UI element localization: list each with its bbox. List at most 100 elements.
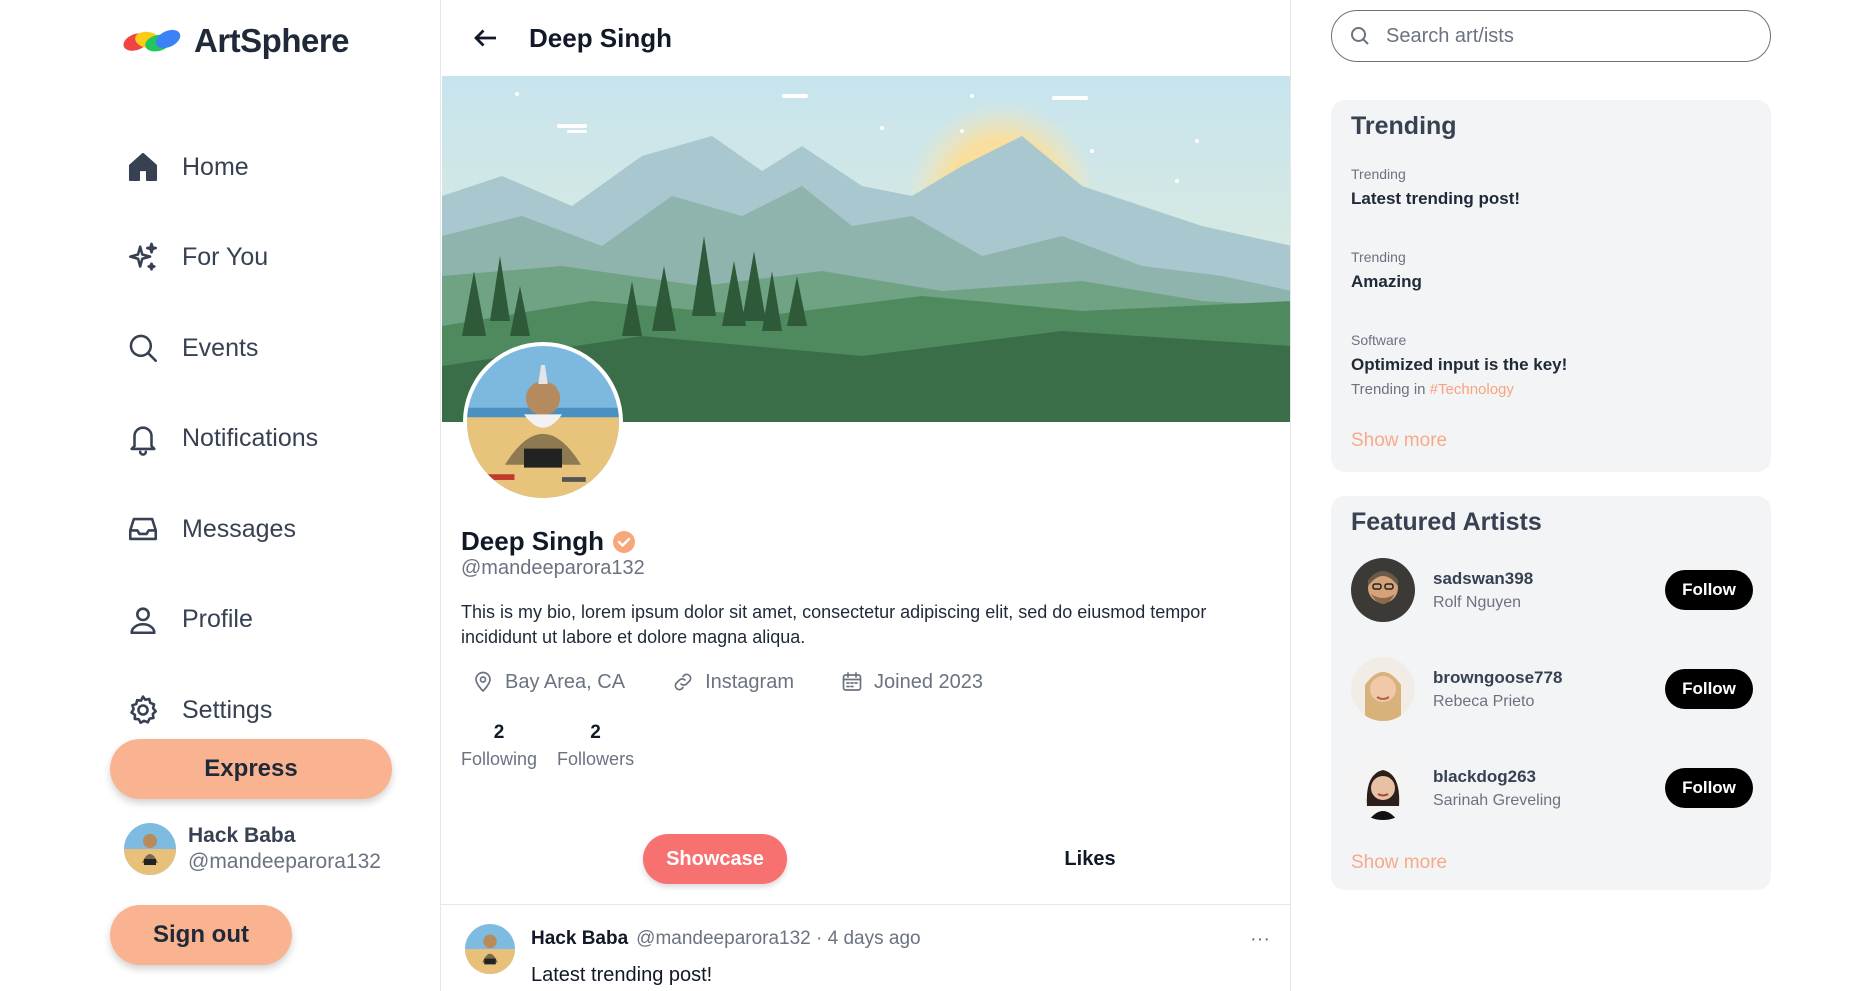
main-nav: Home For You Events Notifications Messag… [126,122,318,756]
profile-bio: This is my bio, lorem ipsum dolor sit am… [461,602,1207,647]
artist-avatar[interactable] [1351,756,1415,820]
profile-location-text: Bay Area, CA [505,670,626,693]
trend-hashtag[interactable]: #Technology [1430,381,1514,398]
trend-subtitle: Trending in #Technology [1351,381,1567,398]
follow-button[interactable]: Follow [1665,570,1753,610]
nav-profile[interactable]: Profile [126,575,318,666]
bell-icon [130,426,156,456]
trend-title: Optimized input is the key! [1351,355,1568,374]
verified-badge-icon [613,530,636,553]
follow-button[interactable]: Follow [1665,669,1753,709]
profile-joined-text: Joined 2023 [874,670,983,693]
following-label: Following [461,749,538,769]
profile-handle: @mandeeparora132 [461,557,645,579]
app-name: ArtSphere [194,22,350,59]
right-sidebar: Trending Trending Latest trending post! … [1291,0,1868,991]
artist-avatar[interactable] [1351,657,1415,721]
current-user-name: Hack Baba [188,824,296,847]
trend-item[interactable]: Trending Amazing [1351,249,1422,292]
trending-show-more-link[interactable]: Show more [1351,430,1447,452]
artist-name: Rolf Nguyen [1433,593,1522,611]
profile-link-text: Instagram [705,670,794,693]
express-button[interactable]: Express [110,739,392,799]
trend-title: Latest trending post! [1351,189,1521,208]
post-author-name[interactable]: Hack Baba [531,928,628,950]
profile-meta-row: Bay Area, CA Instagram Joined 2023 [471,670,983,694]
home-icon [128,153,158,182]
nav-events[interactable]: Events [126,303,318,394]
trend-item[interactable]: Trending Latest trending post! [1351,166,1520,209]
current-user-handle: @mandeeparora132 [188,850,381,873]
post-author-avatar[interactable] [465,924,515,974]
trending-card: Trending Trending Latest trending post! … [1331,100,1771,472]
nav-messages-label: Messages [182,514,296,543]
artist-row: blackdog263 Sarinah Greveling Follow [1351,756,1753,820]
map-pin-icon [475,671,491,692]
featured-artists-title: Featured Artists [1351,508,1542,536]
profile-location: Bay Area, CA [471,670,625,694]
artist-row: browngoose778 Rebeca Prieto Follow [1351,657,1753,721]
nav-for-you[interactable]: For You [126,213,318,304]
search-icon [129,334,158,363]
current-user-card[interactable]: Hack Baba @mandeeparora132 [124,823,381,875]
sparkles-icon [128,242,158,271]
page-title: Deep Singh [529,22,673,53]
nav-profile-label: Profile [182,605,253,634]
follow-button[interactable]: Follow [1665,768,1753,808]
current-user-avatar [124,823,176,875]
search-bar[interactable] [1331,10,1771,62]
following-count: 2 [493,722,505,743]
followers-label: Followers [557,749,635,769]
trending-title: Trending [1351,112,1457,140]
profile-link[interactable]: Instagram [671,670,794,694]
tab-likes[interactable]: Likes [1015,834,1165,884]
artist-username[interactable]: sadswan398 [1433,569,1665,589]
back-arrow-icon[interactable] [471,23,501,53]
featured-show-more-link[interactable]: Show more [1351,852,1447,874]
artist-username[interactable]: browngoose778 [1433,668,1665,688]
profile-topbar: Deep Singh [441,0,1290,76]
nav-settings-label: Settings [182,695,273,724]
nav-messages[interactable]: Messages [126,484,318,575]
nav-notifications[interactable]: Notifications [126,394,318,485]
logo-mark-icon [123,29,181,52]
followers-count: 2 [590,722,601,743]
search-icon [1351,27,1369,45]
trend-sub-prefix: Trending in [1351,381,1426,398]
nav-home-label: Home [182,152,249,181]
inbox-icon [128,518,158,541]
trend-item[interactable]: Software Optimized input is the key! Tre… [1351,332,1567,398]
profile-stats: 2 Following 2 Followers [461,722,634,770]
profile-main: Deep Singh Deep Singh @mandeeparora132 T… [440,0,1291,991]
tab-showcase[interactable]: Showcase [643,834,787,884]
calendar-icon [842,672,862,691]
post-text: Latest trending post! [531,964,713,986]
profile-joined: Joined 2023 [840,670,983,694]
tabs-divider [441,904,1290,905]
trend-title: Amazing [1351,272,1422,291]
followers-stat[interactable]: 2 Followers [557,722,634,770]
app-logo[interactable]: ArtSphere [122,22,350,60]
search-input[interactable] [1386,24,1746,48]
profile-avatar[interactable] [463,342,623,502]
nav-events-label: Events [182,333,259,362]
artist-username[interactable]: blackdog263 [1433,767,1665,787]
artist-row: sadswan398 Rolf Nguyen Follow [1351,558,1753,622]
trend-category: Trending [1351,166,1406,182]
post-meta: @mandeeparora132 · 4 days ago [636,928,921,949]
sign-out-button[interactable]: Sign out [110,905,292,965]
user-icon [130,607,156,634]
trend-category: Software [1351,332,1407,348]
following-stat[interactable]: 2 Following [461,722,537,770]
link-icon [674,673,692,691]
post-more-icon[interactable]: ··· [1250,928,1270,951]
gear-icon [130,695,158,725]
artist-name: Sarinah Greveling [1433,791,1562,809]
left-sidebar: ArtSphere Home For You Events Notificati… [0,0,440,991]
nav-notifications-label: Notifications [182,424,319,453]
post-header: Hack Baba @mandeeparora132 · 4 days ago [531,928,921,950]
nav-home[interactable]: Home [126,122,318,213]
artist-avatar[interactable] [1351,558,1415,622]
profile-name: Deep Singh [461,526,605,556]
artist-name: Rebeca Prieto [1433,692,1535,710]
